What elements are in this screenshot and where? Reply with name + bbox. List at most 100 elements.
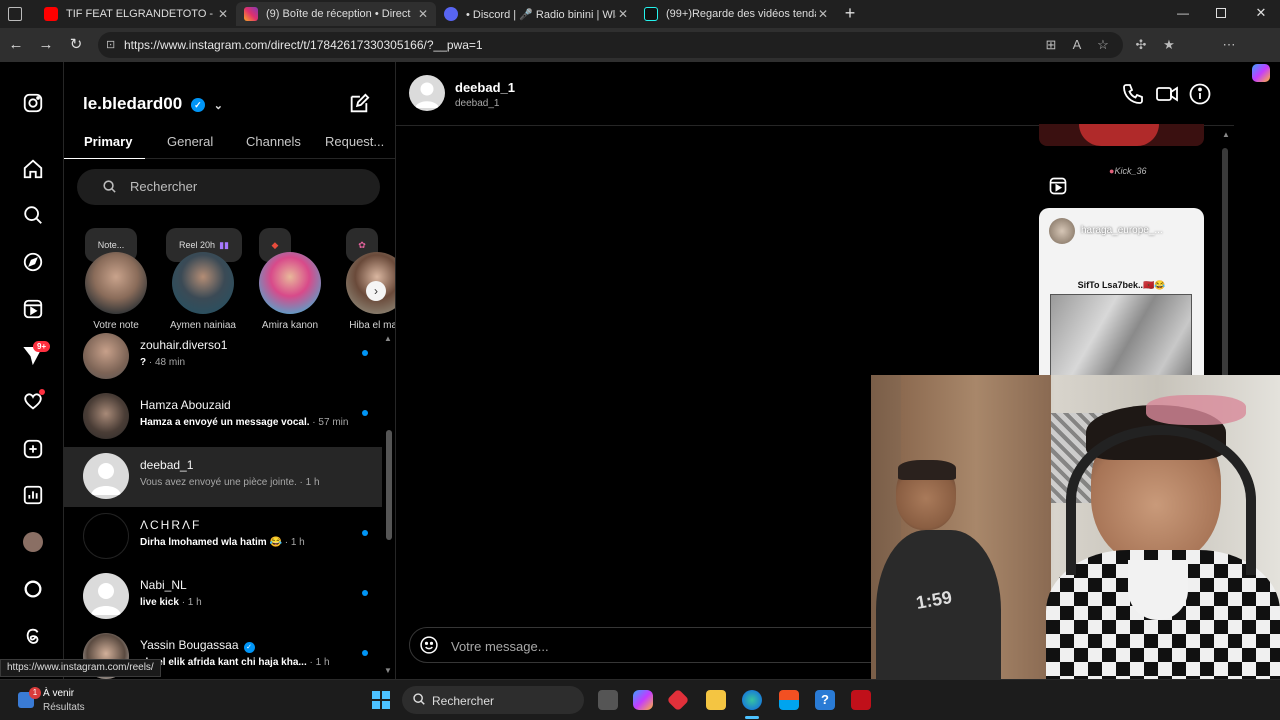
messages-icon[interactable]: 9+ (22, 341, 51, 366)
conversation-name: zouhair.diverso1 (140, 338, 228, 352)
account-switcher[interactable]: le.bledard00 ✓ ⌄ (83, 94, 223, 114)
maximize-button[interactable] (1216, 8, 1226, 18)
tab-channels[interactable]: Channels (246, 134, 301, 149)
home-icon[interactable] (22, 158, 44, 180)
widget-subtitle: Résultats (43, 702, 85, 713)
avatar (83, 453, 129, 499)
notification-count: 1 (29, 687, 41, 699)
info-icon[interactable] (1188, 82, 1212, 106)
dashboard-icon[interactable] (22, 484, 44, 506)
search-icon[interactable] (22, 204, 44, 226)
chat-avatar[interactable] (409, 75, 445, 111)
edge-browser-icon[interactable] (742, 690, 762, 710)
close-window-button[interactable]: ✕ (1254, 5, 1268, 20)
verified-badge-icon: ✓ (190, 98, 205, 112)
lock-icon[interactable]: ⊡ (106, 32, 115, 58)
story-item[interactable]: Aymen nainiaa (163, 252, 243, 331)
shared-media-thumbnail[interactable] (1039, 124, 1204, 146)
instagram-icon (244, 7, 258, 21)
unread-dot (362, 350, 368, 356)
tab-general[interactable]: General (167, 134, 213, 149)
minimize-button[interactable]: — (1176, 6, 1190, 20)
scroll-up-arrow-icon[interactable]: ▲ (384, 334, 392, 343)
microsoft-store-icon[interactable] (779, 690, 799, 710)
story-item[interactable]: Amira kanon (250, 252, 330, 331)
conversation-preview: live kick · 1 h (140, 597, 202, 608)
chat-scrollbar[interactable]: ▲ (1222, 130, 1230, 380)
conversation-item[interactable]: Hamza Abouzaid Hamza a envoyé un message… (64, 387, 382, 447)
profile-avatar-icon[interactable] (22, 531, 44, 553)
inbox-panel: le.bledard00 ✓ ⌄ Primary General Channel… (64, 62, 396, 679)
scrollbar-thumb[interactable] (386, 430, 392, 540)
search-input[interactable]: Rechercher (77, 169, 380, 205)
browser-tab-youtube[interactable]: TIF FEAT ELGRANDETOTO - KAFIN ✕ (36, 2, 236, 26)
file-explorer-icon[interactable] (706, 690, 726, 710)
tab-title: (99+)Regarde des vidéos tendanc (666, 8, 816, 20)
conversation-item-selected[interactable]: deebad_1 Vous avez envoyé une pièce join… (64, 447, 382, 507)
tab-actions-icon[interactable] (8, 7, 22, 21)
chat-header: deebad_1 deebad_1 (396, 62, 1234, 126)
tab-title: (9) Boîte de réception • Direct (266, 8, 411, 20)
notifications-heart-icon[interactable] (22, 389, 45, 412)
story-avatar (172, 252, 234, 314)
chat-name[interactable]: deebad_1 (455, 80, 515, 95)
app-available-icon[interactable]: ⊞ (1042, 36, 1060, 54)
windows-start-icon[interactable] (372, 691, 390, 709)
browser-tab-instagram[interactable]: (9) Boîte de réception • Direct ✕ (236, 2, 436, 26)
phone-call-icon[interactable] (1121, 82, 1145, 106)
reel-user-avatar (1049, 218, 1075, 244)
chat-handle: deebad_1 (455, 98, 500, 109)
taskbar-search-placeholder: Rechercher (432, 694, 495, 708)
address-bar[interactable]: ⊡ https://www.instagram.com/direct/t/178… (98, 32, 1123, 58)
search-icon (102, 179, 117, 199)
red-app-icon[interactable] (666, 688, 690, 712)
video-call-icon[interactable] (1155, 82, 1179, 106)
new-tab-button[interactable]: + (840, 3, 860, 23)
emoji-icon[interactable] (419, 635, 439, 660)
instagram-logo-icon[interactable] (22, 92, 44, 114)
tab-requests[interactable]: Request... (325, 134, 384, 149)
task-view-icon[interactable] (598, 690, 618, 710)
browser-tab-discord[interactable]: • Discord | 🎤 Radio binini | Wlad ✕ (436, 2, 636, 26)
more-menu-icon[interactable]: ⋯ (1220, 36, 1238, 54)
weather-widget[interactable]: 1 À venir Résultats (14, 685, 104, 715)
close-tab-icon[interactable]: ✕ (616, 7, 630, 21)
browser-tab-tiktok[interactable]: (99+)Regarde des vidéos tendanc ✕ (636, 2, 836, 26)
story-item[interactable]: Votre note (76, 252, 156, 331)
close-tab-icon[interactable]: ✕ (816, 7, 830, 21)
shared-reel-card[interactable]: haraga_europe_... SifTo Lsa7bek..🇲🇦😂 (1039, 208, 1204, 378)
chevron-right-icon[interactable]: › (366, 281, 386, 301)
conversation-item[interactable]: ΛCHRΛF Dirha lmohamed wla hatim 😂 · 1 h (64, 507, 382, 567)
unread-dot (362, 530, 368, 536)
reels-icon[interactable] (1048, 176, 1068, 196)
copilot-icon[interactable] (1252, 64, 1270, 82)
active-app-indicator (745, 716, 759, 719)
reels-icon[interactable] (22, 298, 44, 320)
reload-button[interactable]: ↻ (66, 35, 86, 55)
conversation-name: Nabi_NL (140, 578, 187, 592)
copilot-app-icon[interactable] (633, 690, 653, 710)
favorites-icon[interactable]: ★ (1160, 36, 1178, 54)
url-text: https://www.instagram.com/direct/t/17842… (124, 38, 483, 52)
tab-primary[interactable]: Primary (84, 134, 132, 149)
create-icon[interactable] (22, 438, 44, 460)
status-bar-url: https://www.instagram.com/reels/ (0, 659, 161, 677)
close-tab-icon[interactable]: ✕ (416, 7, 430, 21)
extensions-icon[interactable]: ✣ (1132, 36, 1150, 54)
back-button[interactable]: ← (6, 35, 26, 55)
help-icon[interactable]: ? (815, 690, 835, 710)
threads-icon[interactable] (22, 578, 44, 600)
explore-icon[interactable] (22, 251, 44, 273)
mcafee-icon[interactable] (851, 690, 871, 710)
unread-dot (362, 410, 368, 416)
forward-button[interactable]: → (36, 35, 56, 55)
conversation-item[interactable]: zouhair.diverso1 ? · 48 min (64, 327, 382, 387)
new-message-icon[interactable] (348, 93, 370, 115)
conversation-item[interactable]: Nabi_NL live kick · 1 h (64, 567, 382, 627)
read-aloud-icon[interactable]: A (1068, 36, 1086, 54)
close-tab-icon[interactable]: ✕ (216, 7, 230, 21)
scroll-down-arrow-icon[interactable]: ▼ (384, 666, 392, 675)
tab-label: Channels (246, 134, 301, 149)
threads-app-icon[interactable] (22, 625, 44, 647)
favorite-star-icon[interactable]: ☆ (1094, 36, 1112, 54)
